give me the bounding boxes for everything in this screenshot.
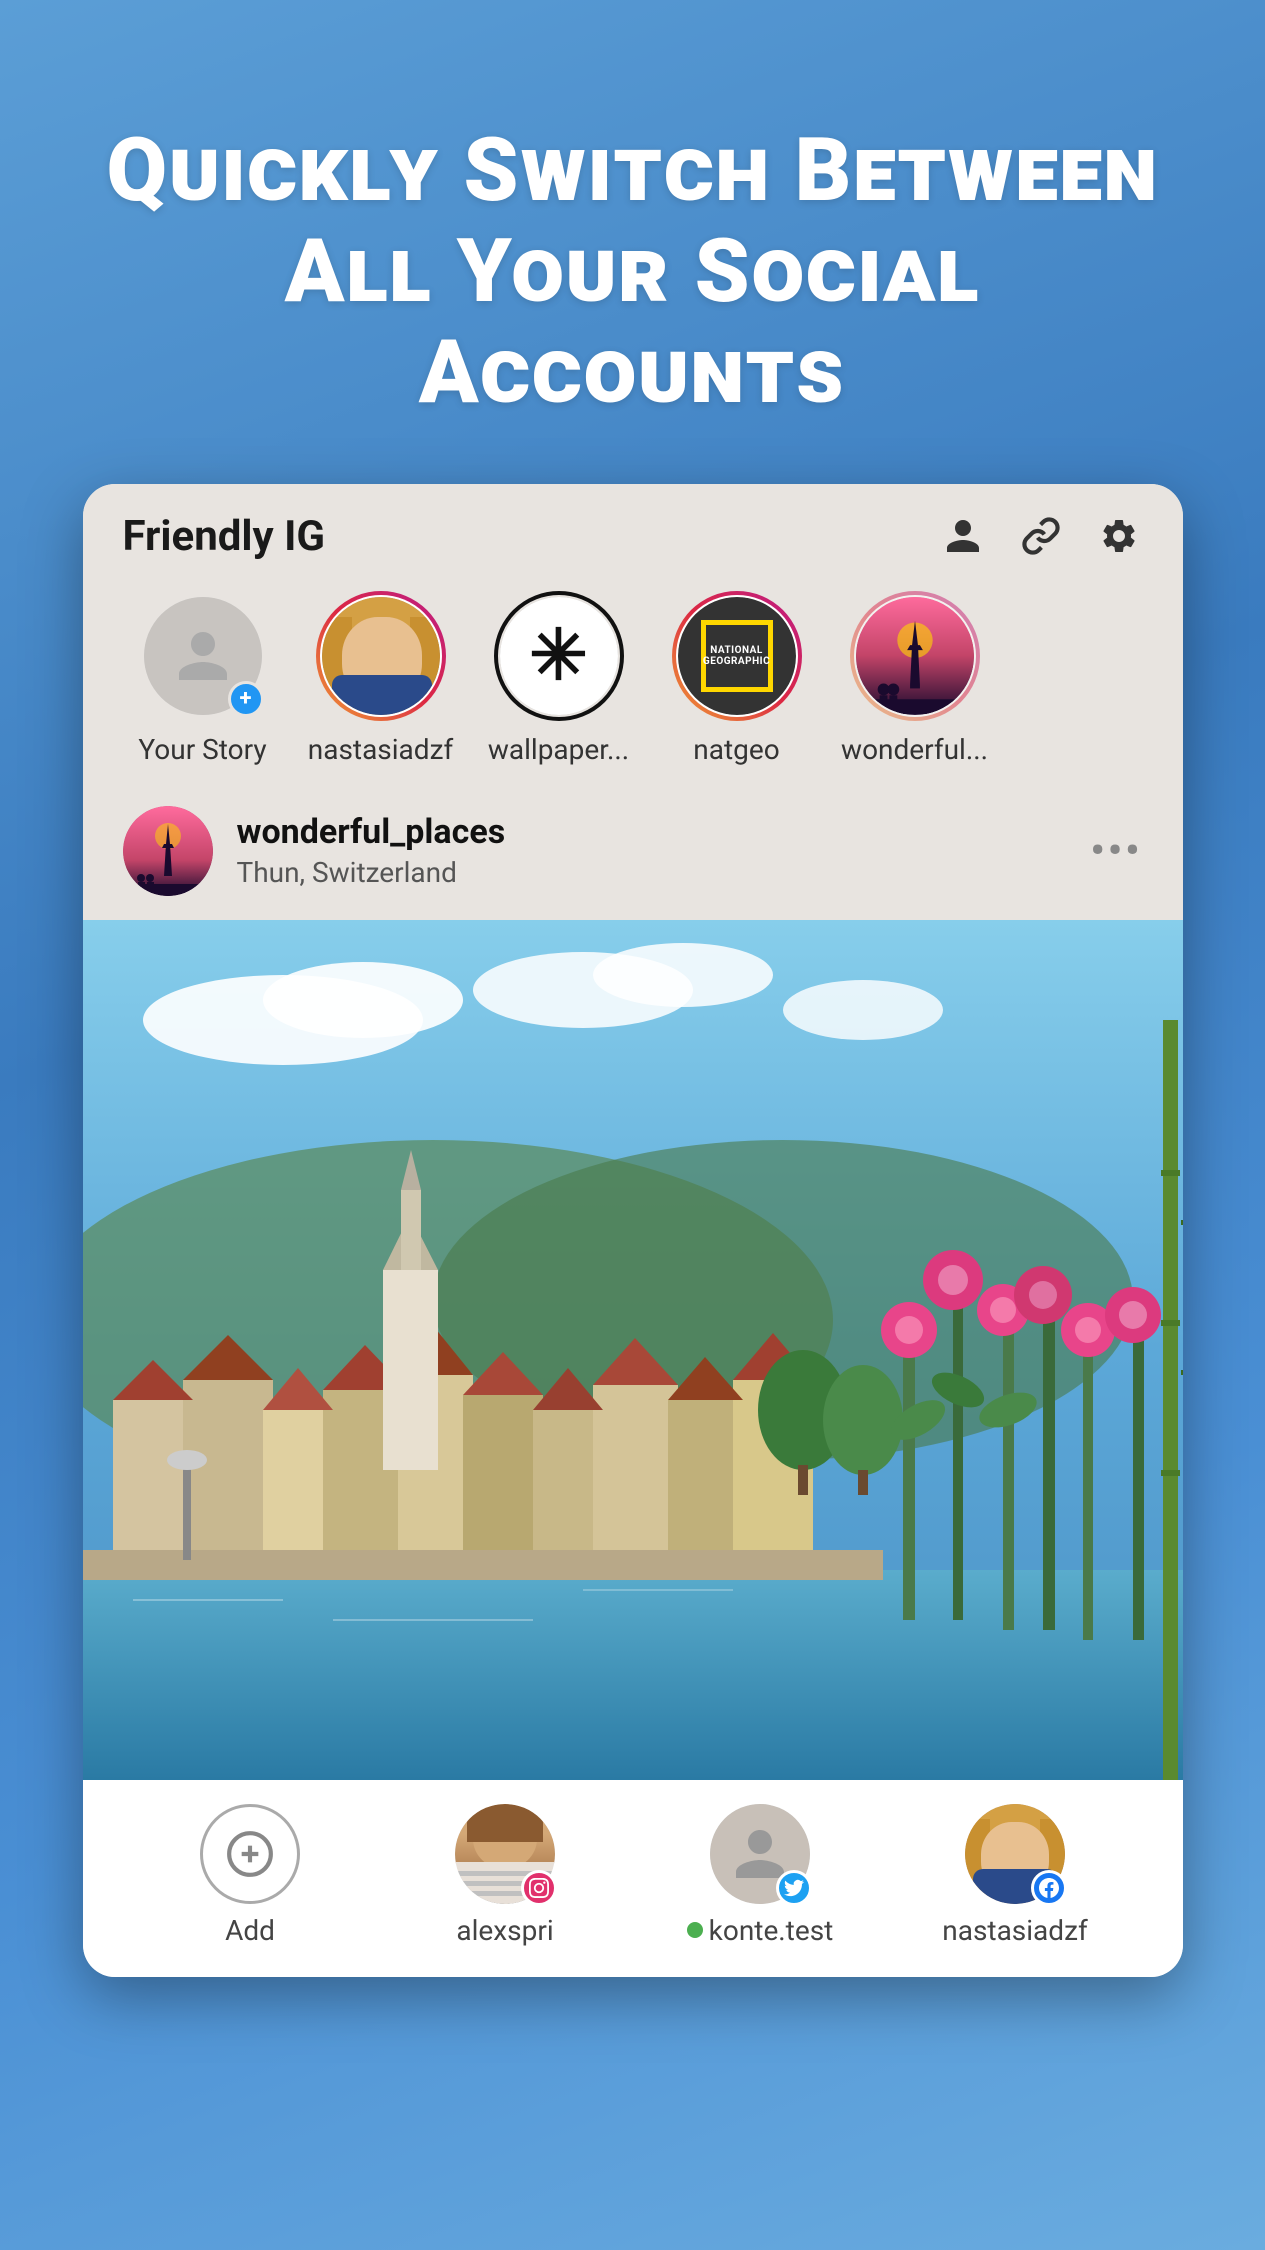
post-image [83,920,1183,1780]
story-your-story[interactable]: + Your Story [123,591,283,766]
nav-nastasiadzf[interactable]: nastasiadzf [925,1804,1105,1947]
eiffel-scene [856,597,974,715]
app-card: Friendly IG [83,484,1183,1977]
nav-alexspri[interactable]: alexspri [415,1804,595,1947]
natgeo-text: NATIONAL GEOGRAPHIC [703,645,770,667]
nasta-nav-avatar-wrap [965,1804,1065,1904]
twitter-badge [776,1870,812,1906]
story-wallpaper[interactable]: ✳ wallpaper... [479,591,639,766]
alexspri-avatar-wrap [455,1804,555,1904]
hero-title-line2: All Your Social Accounts [285,220,981,424]
post-location: Thun, Switzerland [237,856,1067,889]
wonderful-label: wonderful... [840,733,990,766]
story-natgeo[interactable]: NATIONAL GEOGRAPHIC natgeo [657,591,817,766]
natgeo-frame: NATIONAL GEOGRAPHIC [701,620,773,692]
add-story-badge[interactable]: + [228,681,264,717]
add-account-button[interactable] [200,1804,300,1904]
wallpaper-avatar-wrap: ✳ [494,591,624,721]
wonderful-avatar-wrap [850,591,980,721]
wonderful-image [856,597,974,715]
nav-add[interactable]: Add [160,1804,340,1947]
konte-label: konte.test [709,1914,834,1947]
post-avatar[interactable] [123,806,213,896]
bottom-nav: Add [83,1780,1183,1977]
settings-icon[interactable] [1095,512,1143,560]
nastasiadzf-avatar-wrap [316,591,446,721]
wallpaper-image: ✳ [500,597,618,715]
nav-konte-test[interactable]: konte.test [670,1804,850,1947]
hero-title: Quickly Switch Between All Your Social A… [60,120,1205,424]
online-indicator [687,1922,703,1938]
post-more-options[interactable]: ••• [1090,827,1142,874]
asterisk-symbol: ✳ [500,597,618,715]
your-story-label: Your Story [128,733,278,766]
natgeo-label: natgeo [662,733,812,766]
natgeo-image: NATIONAL GEOGRAPHIC [678,597,796,715]
facebook-badge [1031,1870,1067,1906]
app-title: Friendly IG [123,512,326,561]
post-username: wonderful_places [237,812,1067,852]
nastasiadzf-image [322,597,440,715]
top-icons [939,512,1143,560]
alexspri-label: alexspri [456,1914,553,1947]
eiffel-avatar [856,597,974,715]
konte-avatar-wrap [710,1804,810,1904]
story-wonderful[interactable]: wonderful... [835,591,995,766]
post-info: wonderful_places Thun, Switzerland [237,812,1067,889]
stories-row: + Your Story [83,561,1183,786]
top-bar: Friendly IG [83,484,1183,561]
post-header: wonderful_places Thun, Switzerland ••• [83,786,1183,920]
add-label: Add [225,1914,275,1947]
account-icon[interactable] [939,512,987,560]
your-story-avatar-wrap: + [138,591,268,721]
nastasiadzf-label: nastasiadzf [306,733,456,766]
hero-section: Quickly Switch Between All Your Social A… [0,0,1265,484]
konte-label-row: konte.test [687,1914,834,1947]
hero-title-line1: Quickly Switch Between [106,119,1158,222]
instagram-badge [521,1870,557,1906]
story-nastasiadzf[interactable]: nastasiadzf [301,591,461,766]
natgeo-avatar-wrap: NATIONAL GEOGRAPHIC [672,591,802,721]
wallpaper-label: wallpaper... [484,733,634,766]
nasta-nav-label: nastasiadzf [942,1914,1087,1947]
link-icon[interactable] [1017,512,1065,560]
natgeo-logo: NATIONAL GEOGRAPHIC [678,597,796,715]
